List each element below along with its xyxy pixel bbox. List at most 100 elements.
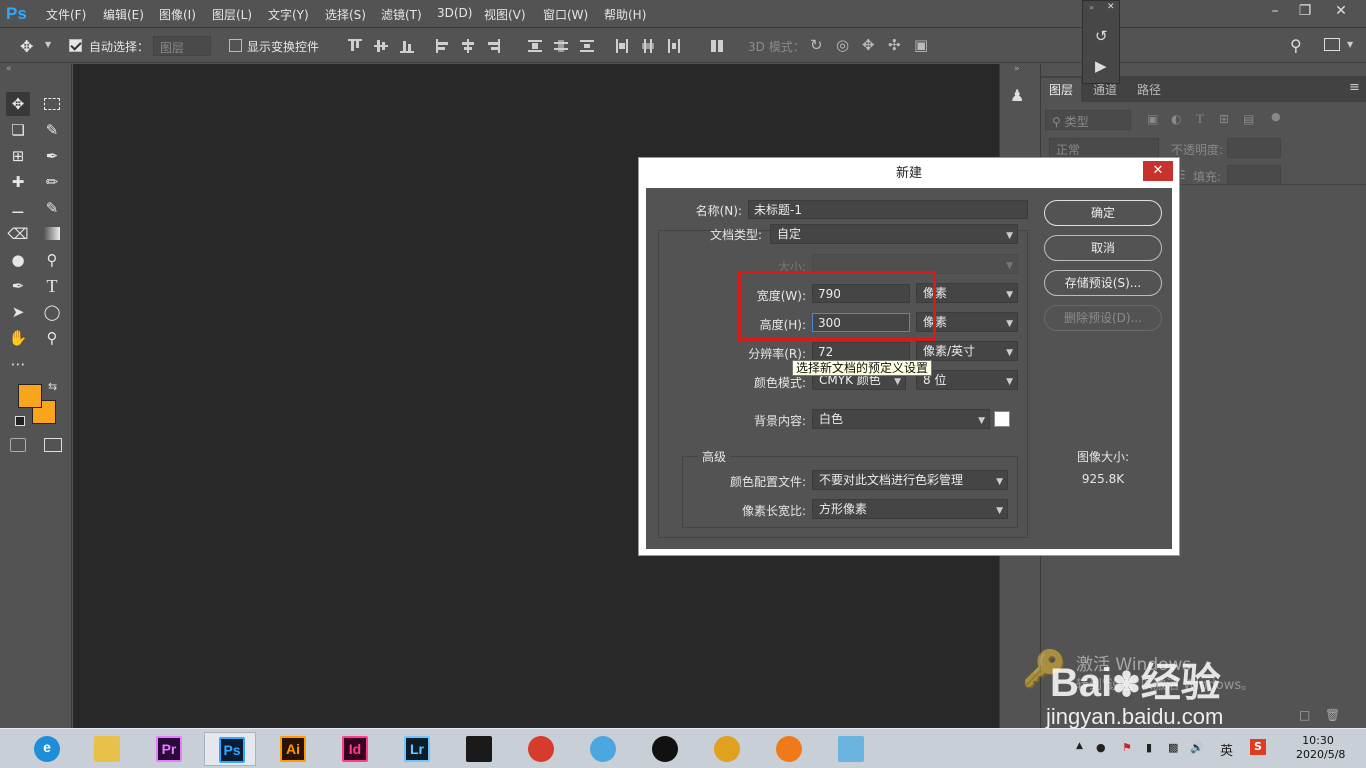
healing-brush-icon[interactable]: ✚ [6,170,30,194]
move-tool-icon[interactable]: ✥ [6,92,30,116]
crop-tool-icon[interactable]: ⊞ [6,144,30,168]
distribute-left-icon[interactable] [615,39,629,53]
history-brush-icon[interactable]: ✎ [40,196,64,220]
save-preset-button[interactable]: 存储预设(S)... [1044,270,1162,296]
menu-window[interactable]: 窗口(W) [543,6,588,23]
bg-select[interactable]: 白色 ▼ [812,409,990,429]
auto-select-checkbox[interactable] [69,39,82,52]
qq-tray-icon[interactable]: ● [1096,741,1106,754]
align-hcenter-icon[interactable] [461,39,475,53]
filter-pixel-icon[interactable]: ▣ [1147,112,1158,126]
menu-3d[interactable]: 3D(D) [437,6,472,20]
align-vcenter-icon[interactable] [374,39,388,53]
taskbar-premiere-button[interactable]: Pr [142,732,194,766]
network-warning-icon[interactable]: ⚑ [1122,741,1132,754]
quick-select-icon[interactable]: ✎ [40,118,64,142]
chevron-down-icon[interactable]: ▼ [1347,40,1353,49]
default-colors-icon[interactable] [15,416,25,426]
taskbar-illustrator-button[interactable]: Ai [266,732,318,766]
zoom-tool-icon[interactable]: ⚲ [40,326,64,350]
workspace-icon[interactable] [1324,38,1340,51]
dodge-tool-icon[interactable]: ⚲ [40,248,64,272]
filter-type-icon[interactable]: T [1196,111,1204,127]
tab-paths[interactable]: 路径 [1129,78,1169,102]
screen-mode-icon[interactable] [44,438,62,452]
taskbar-indesign-button[interactable]: Id [328,732,380,766]
more-tools-icon[interactable]: ⋯ [6,352,30,376]
menu-edit[interactable]: 编辑(E) [103,6,144,23]
tray-expand-icon[interactable]: ▲ [1076,741,1083,751]
clock[interactable]: 10:30 2020/5/8 [1296,734,1345,762]
align-left-icon[interactable] [436,39,450,53]
distribute-vcenter-icon[interactable] [554,39,568,53]
align-bottom-icon[interactable] [400,39,414,53]
3d-roll-icon[interactable]: ◎ [836,36,849,54]
auto-select-dropdown[interactable]: 图层 [153,36,211,56]
eyedropper-icon[interactable]: ✒ [40,144,64,168]
resolution-input[interactable]: 72 [812,342,910,361]
pixel-aspect-select[interactable]: 方形像素 ▼ [812,499,1008,519]
history-icon[interactable]: ↺ [1095,27,1108,45]
taskbar-notepad-button[interactable] [824,732,876,766]
gradient-tool-icon[interactable] [40,222,64,246]
taskbar-lightroom-button[interactable]: Lr [390,732,442,766]
resolution-unit-select[interactable]: 像素/英寸 ▼ [916,341,1018,361]
quick-mask-icon[interactable] [10,438,26,452]
ellipse-tool-icon[interactable]: ◯ [40,300,64,324]
swap-colors-icon[interactable]: ⇆ [48,380,57,393]
distribute-hcenter-icon[interactable] [641,39,655,53]
blend-mode-dropdown[interactable]: 正常 [1049,138,1159,158]
path-select-icon[interactable]: ➤ [6,300,30,324]
cancel-button[interactable]: 取消 [1044,235,1162,261]
taskbar-firefox-button[interactable] [762,732,814,766]
dialog-close-button[interactable]: ✕ [1143,161,1173,181]
menu-file[interactable]: 文件(F) [46,6,86,23]
auto-align-icon[interactable] [710,39,724,53]
ime-indicator[interactable]: 英 [1220,740,1233,759]
color-profile-select[interactable]: 不要对此文档进行色彩管理 ▼ [812,470,1008,490]
lasso-tool-icon[interactable]: ❏ [6,118,30,142]
menu-type[interactable]: 文字(Y) [268,6,309,23]
ok-button[interactable]: 确定 [1044,200,1162,226]
chevron-down-icon[interactable]: ▼ [45,40,51,49]
tab-layers[interactable]: 图层 [1041,78,1082,102]
filter-smart-icon[interactable]: ▤ [1243,112,1254,126]
taskbar-photoshop-button[interactable]: Ps [204,732,256,766]
distribute-bottom-icon[interactable] [580,39,594,53]
pen-tool-icon[interactable]: ✒ [6,274,30,298]
taskbar-umbrella-button[interactable] [514,732,566,766]
menu-help[interactable]: 帮助(H) [604,6,646,23]
hand-tool-icon[interactable]: ✋ [6,326,30,350]
kind-filter-dropdown[interactable]: ⚲ 类型 [1045,110,1131,130]
menu-layer[interactable]: 图层(L) [212,6,252,23]
show-transform-checkbox[interactable] [229,39,242,52]
menu-filter[interactable]: 滤镜(T) [381,6,422,23]
filter-toggle-icon[interactable]: ● [1271,110,1281,123]
properties-panel-icon[interactable]: ♟ [1010,86,1024,105]
taskbar-qq-button[interactable] [638,732,690,766]
restore-button[interactable]: ❐ [1290,2,1320,20]
foreground-color-swatch[interactable] [18,384,42,408]
align-right-icon[interactable] [486,39,500,53]
filter-shape-icon[interactable]: ⊞ [1219,112,1229,126]
sogou-icon[interactable]: S [1250,739,1266,755]
battery-icon[interactable]: ▮ [1146,741,1152,754]
volume-icon[interactable]: 🔊 [1190,741,1204,754]
play-icon[interactable]: ▶ [1095,57,1107,75]
taskbar-bird-button[interactable] [576,732,628,766]
marquee-tool-icon[interactable] [40,92,64,116]
collapse-icon[interactable]: « [6,64,12,74]
distribute-top-icon[interactable] [528,39,542,53]
brush-tool-icon[interactable]: ✏ [40,170,64,194]
clone-stamp-icon[interactable]: ⚊ [6,196,30,220]
menu-image[interactable]: 图像(I) [159,6,196,23]
bg-color-swatch[interactable] [994,411,1010,427]
delete-layer-icon[interactable]: 🗑 [1325,708,1340,722]
collapse-icon[interactable]: » [1014,64,1020,74]
menu-view[interactable]: 视图(V) [484,6,526,23]
new-layer-icon[interactable]: □ [1299,708,1310,722]
doc-type-select[interactable]: 自定 ▼ [770,224,1018,244]
taskbar-explorer-button[interactable] [80,732,132,766]
taskbar-video-button[interactable] [452,732,504,766]
close-window-button[interactable]: ✕ [1326,2,1356,20]
